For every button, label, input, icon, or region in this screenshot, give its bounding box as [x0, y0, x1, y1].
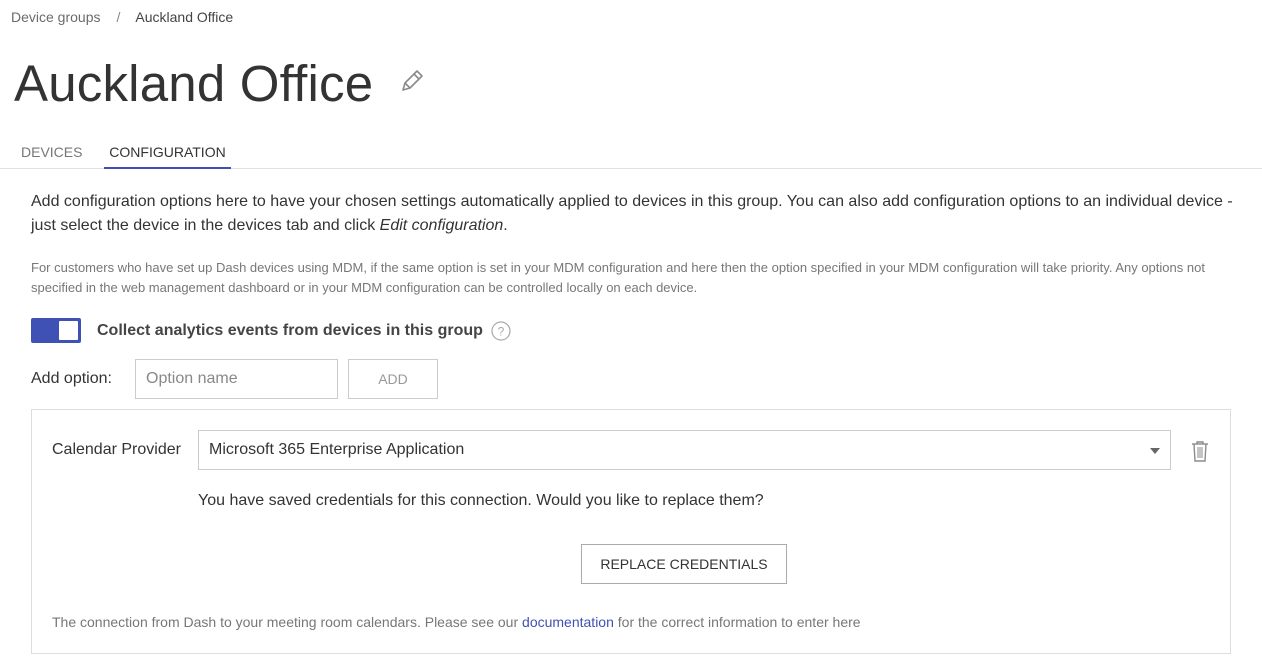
tab-bar: DEVICES CONFIGURATION [0, 140, 1262, 169]
saved-credentials-text: You have saved credentials for this conn… [198, 492, 764, 509]
help-text-after: for the correct information to enter her… [613, 614, 861, 630]
intro-text-main: Add configuration options here to have y… [31, 193, 1233, 234]
help-text-before: The connection from Dash to your meeting… [52, 614, 523, 630]
trash-icon[interactable] [1190, 440, 1210, 462]
breadcrumb: Device groups / Auckland Office [11, 9, 233, 25]
intro-text: Add configuration options here to have y… [31, 190, 1236, 238]
tab-devices[interactable]: DEVICES [21, 144, 82, 169]
svg-text:?: ? [498, 324, 505, 338]
pencil-icon[interactable] [399, 68, 425, 94]
question-circle-icon[interactable]: ? [491, 320, 511, 341]
intro-emphasis: Edit configuration [379, 217, 504, 234]
replace-credentials-button[interactable]: REPLACE CREDENTIALS [581, 544, 787, 584]
add-option-row: Add option: ADD [31, 359, 438, 399]
chevron-down-icon [1150, 448, 1160, 454]
calendar-provider-select[interactable]: Microsoft 365 Enterprise Application [198, 430, 1171, 470]
breadcrumb-link-device-groups[interactable]: Device groups [11, 9, 101, 25]
breadcrumb-separator: / [116, 9, 121, 25]
page-title: Auckland Office [14, 55, 374, 112]
analytics-toggle[interactable] [31, 318, 81, 343]
calendar-provider-panel: Calendar Provider Microsoft 365 Enterpri… [31, 409, 1231, 654]
tab-configuration[interactable]: CONFIGURATION [104, 144, 231, 169]
calendar-provider-selected: Microsoft 365 Enterprise Application [209, 441, 465, 458]
breadcrumb-current: Auckland Office [135, 9, 234, 25]
calendar-provider-help: The connection from Dash to your meeting… [52, 614, 861, 630]
analytics-toggle-row: Collect analytics events from devices in… [31, 318, 511, 343]
page: Device groups / Auckland Office Auckland… [0, 0, 1262, 659]
add-option-button[interactable]: ADD [348, 359, 438, 399]
mdm-note: For customers who have set up Dash devic… [31, 260, 1205, 295]
title-row: Auckland Office [14, 52, 425, 116]
add-option-label: Add option: [31, 370, 112, 387]
calendar-provider-label: Calendar Provider [52, 441, 181, 458]
option-name-input[interactable] [135, 359, 338, 399]
documentation-link[interactable]: documentation [522, 614, 614, 630]
toggle-knob [59, 321, 78, 340]
intro-text-end: . [503, 217, 508, 234]
analytics-toggle-label: Collect analytics events from devices in… [97, 321, 483, 339]
